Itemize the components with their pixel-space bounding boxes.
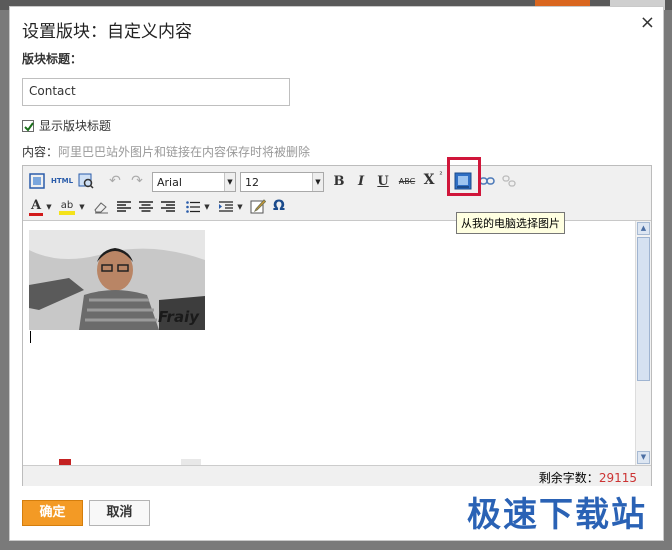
show-title-checkbox[interactable]: [22, 119, 34, 132]
dialog-title: 设置版块：自定义内容: [22, 22, 192, 42]
chevron-down-icon: ▼: [224, 173, 235, 191]
fullscreen-icon[interactable]: [28, 172, 46, 190]
remaining-chars: 剩余字数：29115: [539, 469, 637, 486]
scroll-down-icon[interactable]: ▼: [637, 451, 650, 464]
strikethrough-icon[interactable]: ABC: [397, 172, 417, 190]
editor-scrollbar[interactable]: ▲ ▼: [635, 221, 651, 465]
show-title-label: 显示版块标题: [39, 119, 112, 133]
text-caret: [30, 331, 31, 343]
chevron-down-icon[interactable]: ▼: [45, 200, 53, 214]
font-family-select[interactable]: Arial ▼: [152, 172, 236, 192]
underline-icon[interactable]: U: [375, 172, 391, 190]
html-source-icon[interactable]: HTML: [50, 172, 74, 190]
editor-footer: 剩余字数：29115: [23, 465, 651, 486]
redo-icon[interactable]: ↷: [129, 172, 145, 190]
font-color-letter: A: [30, 198, 42, 213]
scroll-up-icon[interactable]: ▲: [637, 222, 650, 235]
unlink-icon[interactable]: [501, 172, 517, 190]
chevron-down-icon: ▼: [312, 173, 323, 191]
eraser-icon[interactable]: [93, 198, 109, 216]
font-size-value: 12: [245, 176, 259, 189]
block-title-input[interactable]: Contact: [22, 78, 290, 106]
close-icon[interactable]: ×: [640, 12, 655, 33]
editor-content-area[interactable]: Fraiy: [23, 221, 635, 465]
align-left-icon[interactable]: [116, 198, 132, 216]
preview-icon[interactable]: [77, 172, 95, 190]
remaining-chars-value: 29115: [598, 471, 637, 485]
undo-icon[interactable]: ↶: [107, 172, 123, 190]
photo-caption: Fraiy: [157, 308, 199, 326]
indent-icon[interactable]: [218, 198, 234, 216]
content-hint: 阿里巴巴站外图片和链接在内容保存时将被删除: [58, 145, 311, 159]
superscript-icon[interactable]: X: [421, 171, 437, 189]
font-color-bar: [29, 213, 43, 216]
edit-icon[interactable]: [249, 197, 267, 215]
highlight-letters: ab: [60, 199, 74, 211]
chevron-down-icon[interactable]: ▼: [78, 200, 86, 214]
cancel-button[interactable]: 取消: [89, 500, 150, 526]
remaining-chars-label: 剩余字数：: [538, 471, 599, 485]
bold-icon[interactable]: B: [331, 172, 347, 190]
chevron-down-icon[interactable]: ▼: [203, 200, 211, 214]
confirm-button[interactable]: 确定: [22, 500, 83, 526]
block-title-label: 版块标题：: [22, 52, 83, 66]
link-icon[interactable]: [479, 172, 495, 190]
highlight-color-icon[interactable]: ab: [58, 197, 76, 217]
italic-icon[interactable]: I: [353, 172, 369, 190]
content-label: 内容：: [22, 145, 59, 159]
align-right-icon[interactable]: [160, 198, 176, 216]
insert-image-tooltip: 从我的电脑选择图片: [456, 212, 565, 234]
font-color-icon[interactable]: A: [28, 197, 44, 217]
show-title-row[interactable]: 显示版块标题: [22, 117, 111, 134]
superscript-mark: ²: [439, 169, 443, 179]
scrollbar-thumb[interactable]: [637, 237, 650, 381]
custom-content-dialog: 设置版块：自定义内容 × 版块标题： Contact 显示版块标题 内容：阿里巴…: [9, 6, 664, 541]
insert-image-highlight: [447, 157, 481, 196]
inserted-photo[interactable]: Fraiy: [29, 230, 205, 330]
align-center-icon[interactable]: [138, 198, 154, 216]
font-family-value: Arial: [157, 176, 182, 189]
special-char-icon[interactable]: Ω: [271, 197, 287, 215]
watermark-logo: 极速下载站: [467, 495, 647, 535]
content-row: 内容：阿里巴巴站外图片和链接在内容保存时将被删除: [22, 143, 310, 160]
chevron-down-icon[interactable]: ▼: [236, 200, 244, 214]
list-icon[interactable]: [185, 198, 201, 216]
highlight-color-bar: [59, 210, 75, 215]
font-size-select[interactable]: 12 ▼: [240, 172, 324, 192]
